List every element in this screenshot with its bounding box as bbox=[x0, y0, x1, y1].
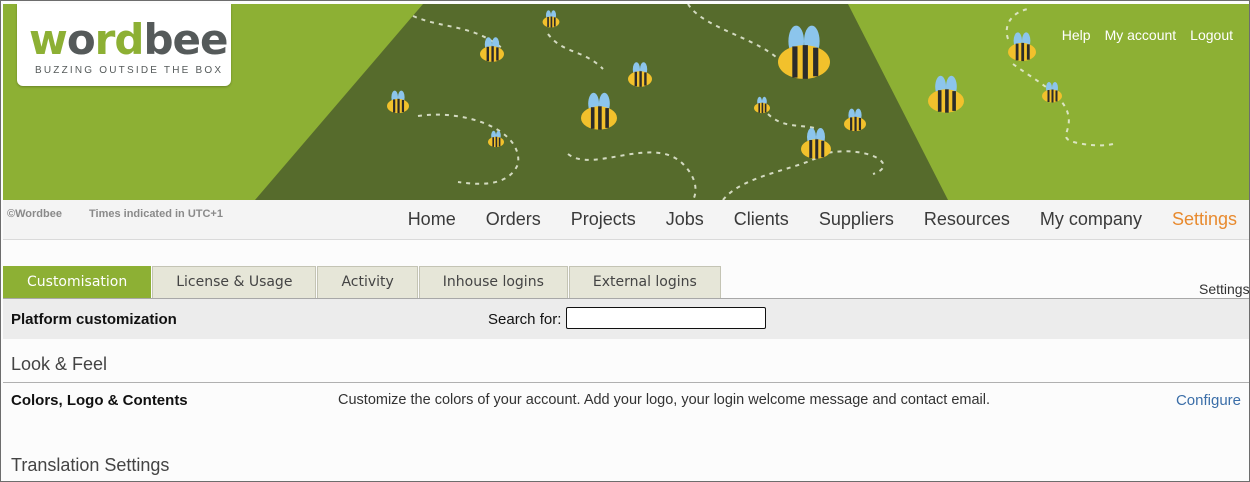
panel-header: Platform customization Search for: bbox=[3, 299, 1249, 339]
app-window: wordbee BUZZING OUTSIDE THE BOX Help My … bbox=[0, 0, 1250, 482]
nav-jobs[interactable]: Jobs bbox=[666, 209, 704, 230]
nav-home[interactable]: Home bbox=[408, 209, 456, 230]
panel-title: Platform customization bbox=[11, 311, 177, 328]
copyright-text: ©Wordbee bbox=[7, 208, 62, 220]
section-heading-translation-settings: Translation Settings bbox=[11, 455, 170, 475]
nav-settings[interactable]: Settings bbox=[1172, 209, 1237, 230]
tab-inhouse-logins[interactable]: Inhouse logins bbox=[418, 266, 568, 298]
section-divider bbox=[3, 382, 1249, 383]
top-links: Help My account Logout bbox=[1062, 27, 1233, 43]
main-navbar: ©Wordbee Times indicated in UTC+1 Home O… bbox=[3, 200, 1249, 240]
nav-suppliers[interactable]: Suppliers bbox=[819, 209, 894, 230]
logo-wordmark: wordbee bbox=[29, 15, 229, 64]
timezone-note: Times indicated in UTC+1 bbox=[89, 208, 223, 220]
tab-external-logins[interactable]: External logins bbox=[568, 266, 721, 298]
main-nav: Home Orders Projects Jobs Clients Suppli… bbox=[408, 209, 1237, 230]
settings-label: Settings bbox=[1199, 281, 1250, 297]
my-account-link[interactable]: My account bbox=[1105, 27, 1177, 43]
help-link[interactable]: Help bbox=[1062, 27, 1091, 43]
logo-tagline: BUZZING OUTSIDE THE BOX bbox=[35, 65, 224, 76]
wordbee-logo[interactable]: wordbee BUZZING OUTSIDE THE BOX bbox=[17, 4, 231, 86]
nav-clients[interactable]: Clients bbox=[734, 209, 789, 230]
setting-name: Colors, Logo & Contents bbox=[11, 392, 188, 409]
setting-description: Customize the colors of your account. Ad… bbox=[338, 392, 991, 408]
tab-customisation[interactable]: Customisation bbox=[3, 266, 152, 298]
nav-resources[interactable]: Resources bbox=[924, 209, 1010, 230]
logout-link[interactable]: Logout bbox=[1190, 27, 1233, 43]
tab-activity[interactable]: Activity bbox=[317, 266, 418, 298]
nav-orders[interactable]: Orders bbox=[486, 209, 541, 230]
section-heading-look-feel: Look & Feel bbox=[11, 354, 108, 374]
search-input[interactable] bbox=[566, 307, 766, 329]
configure-link[interactable]: Configure bbox=[1176, 392, 1241, 409]
nav-my-company[interactable]: My company bbox=[1040, 209, 1142, 230]
nav-projects[interactable]: Projects bbox=[571, 209, 636, 230]
header-banner: wordbee BUZZING OUTSIDE THE BOX Help My … bbox=[3, 4, 1249, 200]
settings-tabs: Customisation License & Usage Activity I… bbox=[3, 266, 721, 298]
tab-license-usage[interactable]: License & Usage bbox=[152, 266, 317, 298]
search-label: Search for: bbox=[488, 311, 562, 328]
